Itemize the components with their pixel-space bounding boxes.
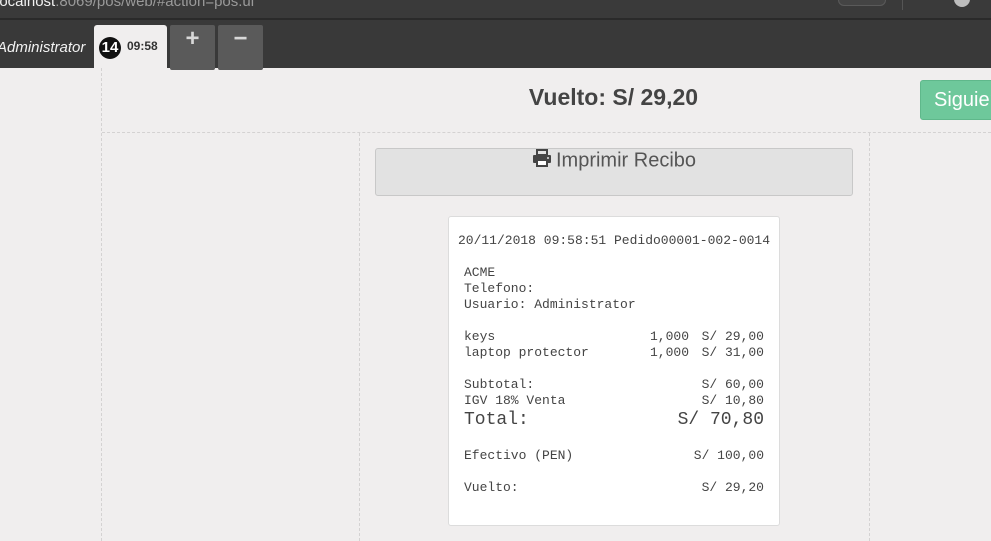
receipt-change: Vuelto: S/ 29,20 xyxy=(464,480,764,496)
url-text[interactable]: localhost:8069/pos/web/#action=pos.ui xyxy=(0,0,254,10)
line-product: laptop protector xyxy=(464,345,589,360)
subtotal-value: S/ 60,00 xyxy=(701,377,764,392)
order-sequence-badge: 14 xyxy=(99,37,121,59)
order-time: 09:58 xyxy=(127,39,158,53)
receipt-line-item: keys 1,000 S/ 29,00 xyxy=(464,329,764,345)
add-order-button[interactable]: + xyxy=(170,25,215,70)
divider xyxy=(102,132,991,133)
profile-icon[interactable] xyxy=(954,0,970,7)
line-product: keys xyxy=(464,329,496,344)
printer-icon xyxy=(532,149,552,173)
order-tab[interactable]: 14 09:58 xyxy=(94,25,167,70)
pos-header: Administrator 14 09:58 + − xyxy=(0,18,991,70)
print-receipt-label: Imprimir Recibo xyxy=(555,149,697,172)
receipt-user: Usuario: Administrator xyxy=(464,297,636,312)
line-qty: 1,000 xyxy=(649,345,689,360)
total-label: Total: xyxy=(464,410,529,430)
browser-url-bar[interactable]: localhost:8069/pos/web/#action=pos.ui xyxy=(0,0,991,18)
toolbar-divider xyxy=(902,0,903,10)
change-title: Vuelto: S/ 29,20 xyxy=(528,84,699,110)
divider xyxy=(101,68,102,541)
payment-label: Efectivo (PEN) xyxy=(464,448,574,463)
receipt-company: ACME xyxy=(464,265,496,280)
receipt-subtotal: Subtotal: S/ 60,00 xyxy=(464,377,764,393)
next-button[interactable]: Siguiente xyxy=(920,80,991,120)
total-value: S/ 70,80 xyxy=(677,410,764,430)
payment-value: S/ 100,00 xyxy=(693,448,764,463)
remove-order-button[interactable]: − xyxy=(218,25,263,70)
browser-toolbar-button[interactable] xyxy=(838,0,886,6)
tax-label: IGV 18% Venta xyxy=(464,393,566,408)
line-price: S/ 29,00 xyxy=(701,329,764,344)
receipt-header-line: 20/11/2018 09:58:51 Pedido00001-002-0014 xyxy=(457,233,771,248)
username[interactable]: Administrator xyxy=(0,39,85,56)
receipt-total: Total: S/ 70,80 xyxy=(464,409,764,431)
subtotal-label: Subtotal: xyxy=(464,377,535,392)
change-value: S/ 29,20 xyxy=(701,480,764,495)
receipt-tax: IGV 18% Venta S/ 10,80 xyxy=(464,393,764,409)
receipt-payment: Efectivo (PEN) S/ 100,00 xyxy=(464,448,764,464)
line-qty: 1,000 xyxy=(649,329,689,344)
receipt-phone: Telefono: xyxy=(464,281,535,296)
divider xyxy=(359,133,360,541)
change-label: Vuelto: xyxy=(464,480,519,495)
print-receipt-button[interactable]: Imprimir Recibo xyxy=(375,148,853,196)
tax-value: S/ 10,80 xyxy=(701,393,764,408)
receipt-line-item: laptop protector 1,000 S/ 31,00 xyxy=(464,345,764,361)
receipt: 20/11/2018 09:58:51 Pedido00001-002-0014… xyxy=(448,216,780,526)
line-price: S/ 31,00 xyxy=(701,345,764,360)
divider xyxy=(869,133,870,541)
